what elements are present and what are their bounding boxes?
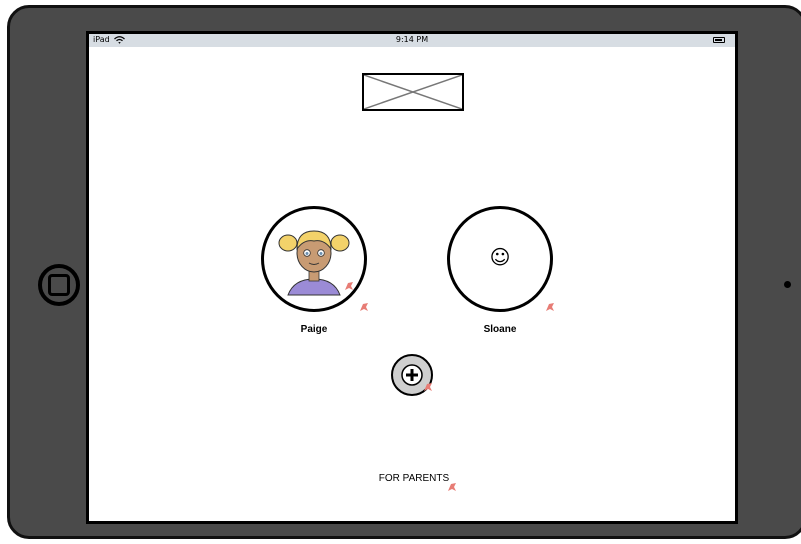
link-arrow-icon — [360, 303, 368, 311]
status-time: 9:14 PM — [395, 35, 429, 44]
profile-name-sloane[interactable]: Sloane — [450, 324, 550, 335]
ipad-screen: iPad 9:14 PM Paige ☺ Sloane FOR PARENTS — [86, 31, 738, 524]
home-button[interactable] — [38, 264, 80, 306]
logo-image-placeholder — [362, 73, 464, 111]
link-arrow-icon — [345, 282, 353, 290]
image-placeholder-icon — [364, 75, 462, 109]
smiley-icon: ☺ — [489, 245, 511, 269]
profile-name-paige[interactable]: Paige — [264, 324, 364, 335]
camera-dot — [784, 281, 791, 288]
home-button-icon — [48, 274, 70, 296]
status-bar: iPad 9:14 PM — [89, 34, 735, 47]
plus-icon — [401, 364, 423, 386]
profile-avatar-paige[interactable] — [261, 206, 367, 312]
link-arrow-icon — [448, 483, 456, 491]
profile-avatar-sloane[interactable]: ☺ — [447, 206, 553, 312]
for-parents-link[interactable]: FOR PARENTS — [349, 473, 479, 484]
battery-icon — [713, 37, 725, 43]
link-arrow-icon — [546, 303, 554, 311]
link-arrow-icon — [424, 383, 432, 391]
girl-avatar-icon — [278, 230, 350, 296]
